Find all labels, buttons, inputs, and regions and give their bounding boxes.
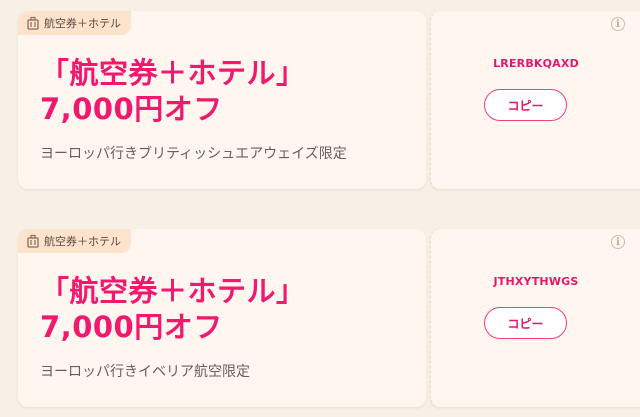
category-tag: 航空券＋ホテル xyxy=(18,11,131,35)
suitcase-icon xyxy=(27,234,39,248)
coupon-title: 「航空券＋ホテル」 7,000円オフ xyxy=(40,273,306,345)
copy-button[interactable]: コピー xyxy=(484,89,567,121)
category-tag: 航空券＋ホテル xyxy=(18,229,131,253)
coupon-title-line1: 「航空券＋ホテル」 xyxy=(40,274,306,308)
coupon-details: 航空券＋ホテル 「航空券＋ホテル」 7,000円オフ ヨーロッパ行きイベリア航空… xyxy=(18,229,426,407)
coupon-code: LRERBKQAXD xyxy=(493,57,579,70)
info-icon[interactable]: i xyxy=(611,17,625,31)
coupon-title-line1: 「航空券＋ホテル」 xyxy=(40,56,306,90)
coupon-title: 「航空券＋ホテル」 7,000円オフ xyxy=(40,55,306,127)
coupon-discount: 7,000円オフ xyxy=(40,310,223,344)
coupon-code-panel: i LRERBKQAXD コピー xyxy=(430,11,640,189)
coupon-card: 航空券＋ホテル 「航空券＋ホテル」 7,000円オフ ヨーロッパ行きイベリア航空… xyxy=(18,229,640,407)
copy-button[interactable]: コピー xyxy=(484,307,567,339)
coupon-condition: ヨーロッパ行きイベリア航空限定 xyxy=(40,364,250,380)
coupon-details: 航空券＋ホテル 「航空券＋ホテル」 7,000円オフ ヨーロッパ行きブリティッシ… xyxy=(18,11,426,189)
coupon-code-panel: i JTHXYTHWGS コピー xyxy=(430,229,640,407)
category-tag-label: 航空券＋ホテル xyxy=(44,17,121,30)
coupon-condition: ヨーロッパ行きブリティッシュエアウェイズ限定 xyxy=(40,146,347,162)
category-tag-label: 航空券＋ホテル xyxy=(44,235,121,248)
info-icon[interactable]: i xyxy=(611,235,625,249)
coupon-card: 航空券＋ホテル 「航空券＋ホテル」 7,000円オフ ヨーロッパ行きブリティッシ… xyxy=(18,11,640,189)
suitcase-icon xyxy=(27,16,39,30)
coupon-discount: 7,000円オフ xyxy=(40,92,223,126)
coupon-code: JTHXYTHWGS xyxy=(493,275,579,288)
